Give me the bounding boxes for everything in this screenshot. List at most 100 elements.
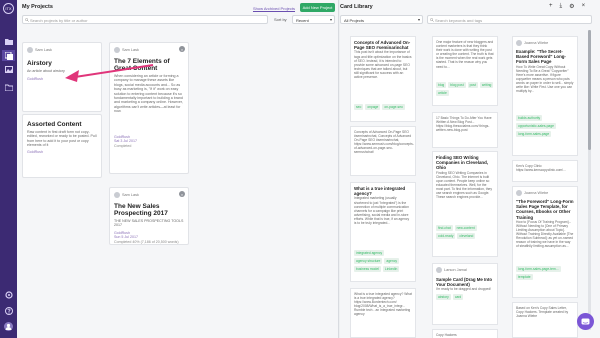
projects-nav-icon[interactable] <box>4 37 13 46</box>
tag[interactable]: airstory <box>436 293 451 300</box>
card-body: I'm ready to be dragged and dropped! <box>436 287 492 292</box>
library-card[interactable]: Copy Hackers <box>432 329 498 338</box>
app-sidebar: ITX <box>0 0 17 338</box>
tag[interactable]: long-form-sales-page-tem... <box>516 265 561 272</box>
close-icon[interactable]: × <box>179 46 185 52</box>
tag[interactable]: find-chat <box>436 224 453 231</box>
sort-select[interactable]: Recent ▾ <box>292 15 335 24</box>
show-archived-link[interactable]: Show Archived Projects <box>252 4 296 13</box>
search-placeholder: Search projects by title or author <box>30 18 88 23</box>
close-icon[interactable]: × <box>582 3 586 10</box>
add-icon[interactable]: + <box>549 3 553 10</box>
image-nav-icon[interactable] <box>4 65 13 74</box>
tag[interactable]: agency <box>384 258 400 265</box>
library-column: Joanna Wiebe Example: "The Secret-Based … <box>512 26 584 338</box>
tag[interactable]: opportunistic-sales-page <box>516 122 556 129</box>
library-card[interactable]: Concepts of Advanced On-Page SEO #semina… <box>350 126 416 176</box>
card-body: Concepts of Advanced On-Page SEO #semina… <box>354 130 414 155</box>
search-icon <box>430 18 434 23</box>
projects-panel: My Projects Show Archived Projects Add N… <box>17 0 339 338</box>
tag[interactable]: blog post <box>448 82 466 88</box>
avatar <box>27 47 33 53</box>
search-icon <box>25 18 29 23</box>
library-card[interactable]: 17 Basic Things To Do After You Have Wri… <box>432 112 498 148</box>
tag[interactable]: writing <box>479 82 494 88</box>
library-card[interactable]: Joanna Wiebe Example: "The Secret-Based … <box>512 36 578 156</box>
library-search-input[interactable]: Search keywords and tags <box>427 15 592 24</box>
tag[interactable]: blog <box>436 82 447 88</box>
card-tags: builds authority opportunistic-sales-pag… <box>516 114 574 137</box>
card-author: Sam Lask <box>27 47 97 53</box>
chat-launcher-button[interactable] <box>577 313 594 330</box>
project-description: THE NEW SALES PROSPECTING TOOLS 2017 <box>114 219 184 228</box>
card-tags: airstory card <box>436 293 494 300</box>
folder-nav-icon[interactable] <box>4 83 13 92</box>
card-body: How To Write Great Copy Without Needing … <box>516 64 574 94</box>
card-title: "The Foreword" Long-Form Sales Page Temp… <box>516 199 574 220</box>
tag[interactable]: on-page-seo <box>382 104 405 111</box>
library-toolbar: + ⤓ ⚙ × <box>549 3 585 10</box>
sort-value: Recent <box>296 18 309 23</box>
library-card[interactable]: Ken's Copy Clinic https://www.kenscopycl… <box>512 160 578 182</box>
library-card[interactable]: One major feature of new bloggers and co… <box>432 36 498 106</box>
card-body: Copy Hackers <box>436 333 457 337</box>
project-title: The New Sales Prospecting 2017 <box>114 203 168 217</box>
project-owner: GoldRush <box>27 149 43 154</box>
projects-title: My Projects <box>22 4 53 10</box>
download-icon[interactable]: ⤓ <box>560 3 563 10</box>
library-card[interactable]: What is a true integrated agency? What i… <box>350 288 416 338</box>
library-scrollbar[interactable] <box>588 30 591 330</box>
library-column: One major feature of new bloggers and co… <box>432 26 504 338</box>
filter-value: All Projects <box>344 18 365 23</box>
library-card[interactable]: Concepts of Advanced On-Page SEO #semina… <box>350 36 416 122</box>
card-body: How to [Focus Of Training Program]... Wi… <box>516 219 574 249</box>
add-project-button[interactable]: Add New Project <box>300 3 335 12</box>
project-status: Completed 40% (7,186 of 20,500 words) <box>114 239 179 244</box>
tag[interactable]: onpage <box>365 104 381 111</box>
project-description: Raw content in first draft form not copy… <box>27 130 97 148</box>
avatar <box>516 40 522 46</box>
project-card[interactable]: Assorted Content Raw content in first dr… <box>22 114 102 178</box>
tag[interactable]: long-form-sales-page <box>516 130 552 137</box>
library-card[interactable]: Finding SEO Writing Companies in Clevela… <box>432 151 498 257</box>
projects-search-input[interactable]: Search projects by title or author <box>22 15 268 24</box>
card-body: One major feature of new bloggers and co… <box>436 40 494 69</box>
tag[interactable]: integrated agency <box>354 250 385 257</box>
library-card[interactable]: What is a true integrated agency? Integr… <box>350 182 416 282</box>
cards-nav-icon[interactable] <box>2 50 15 61</box>
chat-icon <box>581 318 590 324</box>
library-card[interactable]: Based on Ken's Copy Sales Letter, Copy H… <box>512 302 578 338</box>
app-logo[interactable]: ITX <box>3 3 14 14</box>
user-avatar-icon[interactable] <box>4 322 13 331</box>
project-card[interactable]: Sam Lask × The New Sales Prospecting 201… <box>109 187 189 245</box>
tag[interactable]: article <box>436 90 449 96</box>
tag[interactable]: LinkedIn <box>382 266 400 273</box>
tag[interactable]: agency structure <box>354 258 383 265</box>
card-body: Based on Ken's Copy Sales Letter, Copy H… <box>516 306 569 319</box>
card-body: Integrated marketing (usually shortened … <box>354 196 410 225</box>
tag[interactable]: business model <box>354 266 381 273</box>
settings-icon[interactable] <box>4 290 13 299</box>
tag[interactable]: post <box>467 82 478 88</box>
tag[interactable]: cold-ready <box>436 232 456 239</box>
close-icon[interactable]: × <box>179 191 185 197</box>
tag[interactable]: seo <box>354 104 364 111</box>
tag[interactable]: template <box>516 273 533 280</box>
help-icon[interactable] <box>4 306 13 315</box>
tag[interactable]: new-content <box>454 224 477 231</box>
tag[interactable]: card <box>452 293 464 300</box>
scrollbar-thumb[interactable] <box>588 30 591 150</box>
library-card[interactable]: Larson Jamal Sample Card (Drag Me Into Y… <box>432 263 498 325</box>
search-placeholder: Search keywords and tags <box>435 18 483 23</box>
library-card[interactable]: Joanna Wiebe "The Foreword" Long-Form Sa… <box>512 186 578 298</box>
settings-icon[interactable]: ⚙ <box>569 3 574 10</box>
card-body: Finding SEO Writing Companies in Clevela… <box>436 170 493 200</box>
chevron-down-icon: ▾ <box>329 17 332 22</box>
library-filter-select[interactable]: All Projects ▾ <box>340 15 423 24</box>
tag[interactable]: cleveland <box>457 232 476 239</box>
card-title: Sample Card (Drag Me Into Your Document) <box>436 277 493 288</box>
card-author: Joanna Wiebe <box>516 40 574 46</box>
tag[interactable]: builds authority <box>516 114 543 121</box>
chevron-down-icon: ▾ <box>417 17 420 22</box>
project-status: Completed <box>114 143 132 148</box>
